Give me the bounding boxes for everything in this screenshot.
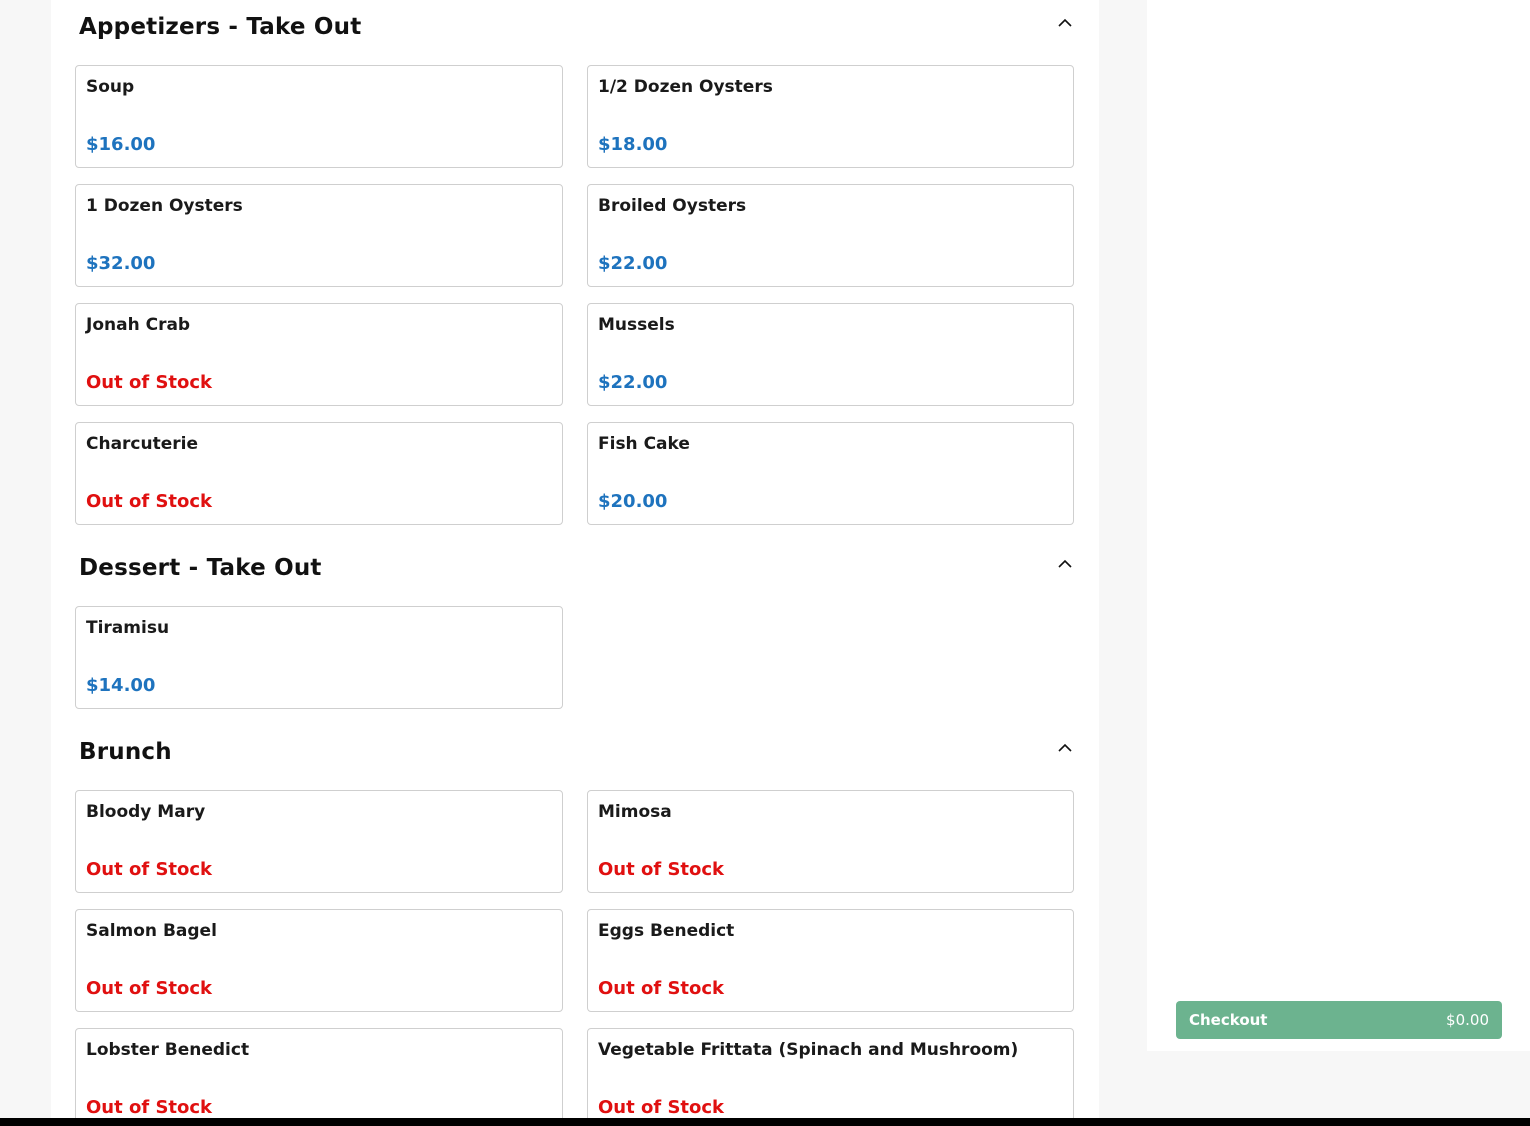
item-name: Eggs Benedict	[598, 921, 735, 941]
chevron-up-icon[interactable]	[1055, 14, 1075, 32]
menu-item-card[interactable]: Lobster Benedict Out of Stock	[75, 1028, 563, 1118]
item-price: Out of Stock	[86, 372, 213, 393]
menu-item-card[interactable]: Broiled Oysters $22.00	[587, 184, 1074, 287]
item-name: Broiled Oysters	[598, 196, 747, 216]
item-price: Out of Stock	[86, 978, 213, 999]
section-title: Appetizers - Take Out	[79, 14, 362, 40]
menu-item-card[interactable]: Vegetable Frittata (Spinach and Mushroom…	[587, 1028, 1074, 1118]
item-name: Fish Cake	[598, 434, 690, 454]
section-header: Appetizers - Take Out	[51, 0, 1099, 58]
section-brunch: Brunch Bloody Mary Out of Stock Mimosa Out…	[51, 725, 1099, 1118]
checkout-button[interactable]: Checkout $0.00	[1176, 1001, 1502, 1039]
item-name: Tiramisu	[86, 618, 170, 638]
menu-item-grid: Tiramisu $14.00	[51, 599, 1099, 709]
item-price: Out of Stock	[598, 859, 725, 880]
item-name: Lobster Benedict	[86, 1040, 250, 1060]
menu-item-card[interactable]: Bloody Mary Out of Stock	[75, 790, 563, 893]
menu-item-card[interactable]: Soup $16.00	[75, 65, 563, 168]
item-price: Out of Stock	[86, 491, 213, 512]
menu-panel: Appetizers - Take Out Soup $16.00 1/2 Doz…	[51, 0, 1099, 1118]
item-price: $16.00	[86, 134, 156, 155]
item-name: Vegetable Frittata (Spinach and Mushroom…	[598, 1040, 1019, 1060]
item-name: Mimosa	[598, 802, 672, 822]
item-price: $22.00	[598, 253, 668, 274]
section-header: Dessert - Take Out	[51, 541, 1099, 599]
menu-item-grid: Soup $16.00 1/2 Dozen Oysters $18.00 1 Doz…	[51, 58, 1099, 525]
section-header: Brunch	[51, 725, 1099, 783]
item-name: Charcuterie	[86, 434, 199, 454]
item-price: $32.00	[86, 253, 156, 274]
menu-item-card[interactable]: 1/2 Dozen Oysters $18.00	[587, 65, 1074, 168]
item-price: $18.00	[598, 134, 668, 155]
menu-item-card[interactable]: Jonah Crab Out of Stock	[75, 303, 563, 406]
item-name: Bloody Mary	[86, 802, 206, 822]
item-name: 1 Dozen Oysters	[86, 196, 243, 216]
menu-item-card[interactable]: Eggs Benedict Out of Stock	[587, 909, 1074, 1012]
item-price: $22.00	[598, 372, 668, 393]
section-title: Brunch	[79, 739, 172, 765]
item-price: $20.00	[598, 491, 668, 512]
section-title: Dessert - Take Out	[79, 555, 322, 581]
menu-item-card[interactable]: Mimosa Out of Stock	[587, 790, 1074, 893]
item-name: Salmon Bagel	[86, 921, 217, 941]
item-name: Mussels	[598, 315, 675, 335]
item-name: Soup	[86, 77, 135, 97]
chevron-up-icon[interactable]	[1055, 555, 1075, 573]
item-price: Out of Stock	[86, 859, 213, 880]
menu-item-card[interactable]: Tiramisu $14.00	[75, 606, 563, 709]
menu-item-card[interactable]: Fish Cake $20.00	[587, 422, 1074, 525]
chevron-up-icon[interactable]	[1055, 739, 1075, 757]
menu-item-card[interactable]: Salmon Bagel Out of Stock	[75, 909, 563, 1012]
section-dessert: Dessert - Take Out Tiramisu $14.00	[51, 541, 1099, 709]
item-price: $14.00	[86, 675, 156, 696]
item-price: Out of Stock	[598, 1097, 725, 1118]
menu-item-grid: Bloody Mary Out of Stock Mimosa Out of Sto…	[51, 783, 1099, 1118]
menu-item-card[interactable]: 1 Dozen Oysters $32.00	[75, 184, 563, 287]
item-price: Out of Stock	[86, 1097, 213, 1118]
checkout-label: Checkout	[1189, 1011, 1268, 1029]
cart-panel	[1147, 0, 1530, 1051]
menu-item-card[interactable]: Mussels $22.00	[587, 303, 1074, 406]
item-price: Out of Stock	[598, 978, 725, 999]
item-name: 1/2 Dozen Oysters	[598, 77, 773, 97]
bottom-bar	[0, 1118, 1530, 1126]
item-name: Jonah Crab	[86, 315, 191, 335]
cart-total: $0.00	[1446, 1011, 1489, 1029]
menu-item-card[interactable]: Charcuterie Out of Stock	[75, 422, 563, 525]
section-appetizers: Appetizers - Take Out Soup $16.00 1/2 Doz…	[51, 0, 1099, 525]
